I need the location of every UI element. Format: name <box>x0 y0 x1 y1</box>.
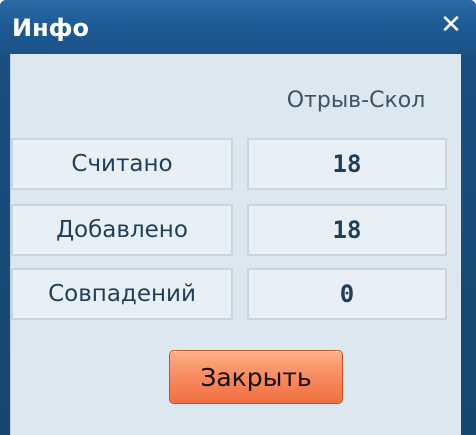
column-header: Отрыв-Скол <box>286 88 426 113</box>
window-title: Инфо <box>12 14 89 42</box>
row-value-added: 18 <box>247 204 447 256</box>
close-button[interactable]: Закрыть <box>169 350 343 404</box>
row-label-read: Считано <box>11 138 233 190</box>
dialog-body: Отрыв-Скол Считано 18 Добавлено 18 Совпа… <box>10 54 461 435</box>
info-dialog: Инфо ✕ Отрыв-Скол Считано 18 Добавлено 1… <box>0 0 476 435</box>
row-label-added: Добавлено <box>11 204 233 256</box>
row-value-read: 18 <box>247 138 447 190</box>
row-label-matches: Совпадений <box>11 268 233 320</box>
titlebar[interactable]: Инфо ✕ <box>0 0 476 54</box>
row-value-matches: 0 <box>247 268 447 320</box>
close-icon[interactable]: ✕ <box>436 10 466 40</box>
